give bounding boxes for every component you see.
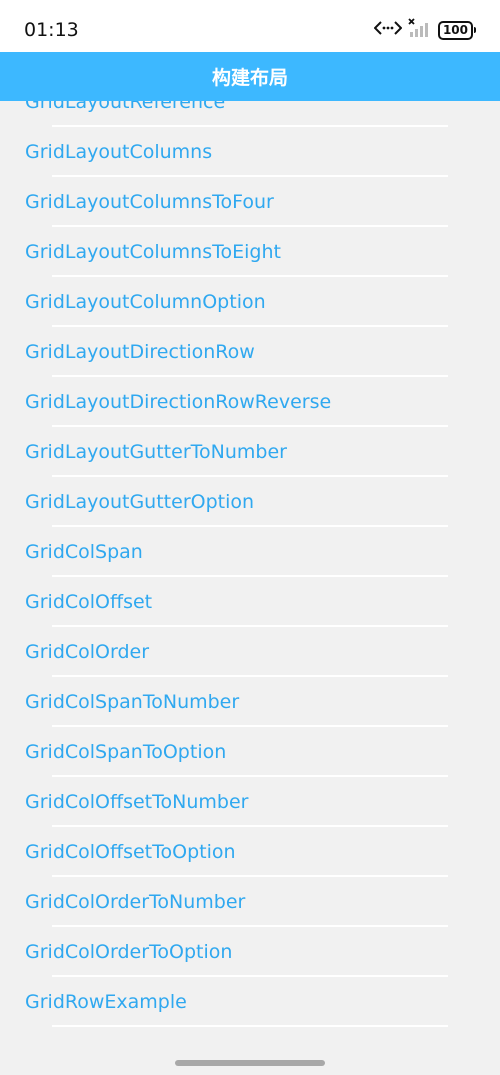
list-item[interactable]: GridColSpanToNumber	[0, 677, 500, 727]
list-item-label: GridLayoutGutterOption	[25, 491, 255, 513]
list-item-label: GridColSpanToOption	[25, 741, 227, 763]
list-item[interactable]: GridColOffset	[0, 577, 500, 627]
list-item-label: GridLayoutDirectionRow	[25, 341, 255, 363]
list-item[interactable]: GridColOffsetToOption	[0, 827, 500, 877]
battery-level: 100	[437, 20, 473, 40]
status-bar: 01:13 100	[0, 0, 500, 52]
list-item-label: GridLayoutGutterToNumber	[25, 441, 287, 463]
list-item-label: GridLayoutReference	[25, 101, 226, 113]
list-item-label: GridLayoutColumnsToFour	[25, 191, 274, 213]
list-item-label: GridColSpanToNumber	[25, 691, 240, 713]
list-item-label: GridLayoutColumnsToEight	[25, 241, 281, 263]
list-item-label: GridColOrderToOption	[25, 941, 233, 963]
list-item-label: GridColOrderToNumber	[25, 891, 246, 913]
list-item-label: GridColOffset	[25, 591, 153, 613]
status-time: 01:13	[24, 19, 79, 41]
list-item[interactable]: GridColOrderToNumber	[0, 877, 500, 927]
title-bar: 构建布局	[0, 52, 500, 101]
list-item[interactable]: GridLayoutReference	[0, 101, 500, 127]
divider	[52, 1025, 448, 1027]
signal-icon	[408, 18, 432, 42]
list-item-label: GridColOffsetToNumber	[25, 791, 249, 813]
list-item[interactable]: GridLayoutGutterOption	[0, 477, 500, 527]
battery-tip	[474, 27, 476, 33]
list-item[interactable]: GridColOrderToOption	[0, 927, 500, 977]
list-item-label: GridColSpan	[25, 541, 143, 563]
list-item-label: GridLayoutColumns	[25, 141, 213, 163]
list-item[interactable]: GridRowExample	[0, 977, 500, 1027]
list-item[interactable]: GridLayoutColumnsToEight	[0, 227, 500, 277]
list-item-label: GridColOffsetToOption	[25, 841, 236, 863]
list-item[interactable]: GridLayoutGutterToNumber	[0, 427, 500, 477]
list-item[interactable]: GridLayoutDirectionRowReverse	[0, 377, 500, 427]
home-indicator[interactable]	[175, 1060, 325, 1066]
list-item[interactable]: GridLayoutColumnsToFour	[0, 177, 500, 227]
list-item[interactable]: GridColOrder	[0, 627, 500, 677]
list-viewport[interactable]: GridLayoutReference GridLayoutColumns Grid…	[0, 101, 500, 1041]
list-item[interactable]: GridColOffsetToNumber	[0, 777, 500, 827]
list-item[interactable]: GridLayoutColumnOption	[0, 277, 500, 327]
page-title: 构建布局	[211, 67, 288, 89]
data-transfer-icon	[373, 20, 403, 40]
menu-list: GridLayoutReference GridLayoutColumns Grid…	[0, 101, 500, 1027]
list-item[interactable]: GridColSpan	[0, 527, 500, 577]
list-item-label: GridLayoutColumnOption	[25, 291, 266, 313]
status-icons: 100	[373, 18, 476, 42]
list-item-label: GridRowExample	[25, 991, 187, 1013]
list-item[interactable]: GridColSpanToOption	[0, 727, 500, 777]
list-item-label: GridColOrder	[25, 641, 150, 663]
list-item-label: GridLayoutDirectionRowReverse	[25, 391, 332, 413]
list-item[interactable]: GridLayoutColumns	[0, 127, 500, 177]
list-item[interactable]: GridLayoutDirectionRow	[0, 327, 500, 377]
battery-icon: 100	[437, 20, 476, 40]
